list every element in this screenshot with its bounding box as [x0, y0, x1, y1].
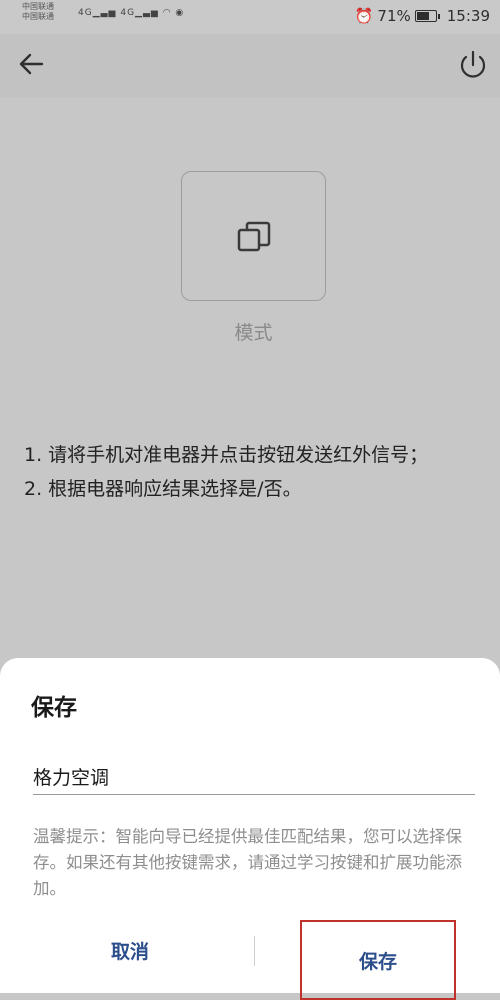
save-button[interactable]: 保存 [300, 920, 456, 1000]
signal-bars-icon: ▁▃▅ [135, 8, 159, 18]
device-name-input[interactable] [33, 758, 475, 795]
status-bar: 中国联通 中国联通 4G▁▃▅ 4G▁▃▅ ◠ ◉ ⏰ 71% 15:39 [0, 0, 500, 34]
mode-label: 模式 [234, 322, 273, 344]
main-content: 模式 1. 请将手机对准电器并点击按钮发送红外信号； 2. 根据电器响应结果选择… [0, 98, 500, 658]
power-icon[interactable] [456, 48, 490, 82]
carrier-info: 中国联通 中国联通 [22, 2, 54, 22]
battery-icon [414, 10, 440, 22]
mode-squares-icon [235, 217, 275, 257]
dialog-title: 保存 [31, 695, 77, 721]
instruction-line-2: 2. 根据电器响应结果选择是/否。 [24, 478, 302, 500]
instruction-line-1: 1. 请将手机对准电器并点击按钮发送红外信号； [24, 444, 429, 466]
button-divider [254, 936, 255, 966]
app-bar [0, 34, 500, 98]
hint-text: 温馨提示：智能向导已经提供最佳匹配结果，您可以选择保存。如果还有其他按键需求，请… [33, 827, 462, 898]
notification-icon: ◉ [175, 8, 185, 18]
network-type-1: 4G [78, 8, 93, 18]
status-right: ⏰ 71% 15:39 [355, 7, 490, 25]
cancel-button[interactable]: 取消 [40, 926, 220, 974]
arrow-left-icon[interactable] [16, 48, 48, 80]
network-type-2: 4G [120, 8, 136, 18]
signal-indicators: 4G▁▃▅ 4G▁▃▅ ◠ ◉ [78, 8, 184, 18]
battery-percent: 71% [377, 7, 411, 25]
instructions: 1. 请将手机对准电器并点击按钮发送红外信号； 2. 根据电器响应结果选择是/否… [24, 438, 428, 506]
mode-button[interactable] [181, 171, 326, 301]
save-dialog: 保存 温馨提示：智能向导已经提供最佳匹配结果，您可以选择保存。如果还有其他按键需… [0, 658, 500, 1000]
clock: 15:39 [446, 7, 490, 25]
signal-bars-icon: ▁▃▅ [92, 8, 117, 18]
alarm-icon: ⏰ [354, 7, 374, 25]
carrier-name-1: 中国联通 [22, 2, 54, 11]
battery-fill [416, 12, 429, 20]
carrier-name-2: 中国联通 [22, 12, 54, 21]
wifi-icon: ◠ [162, 8, 172, 18]
